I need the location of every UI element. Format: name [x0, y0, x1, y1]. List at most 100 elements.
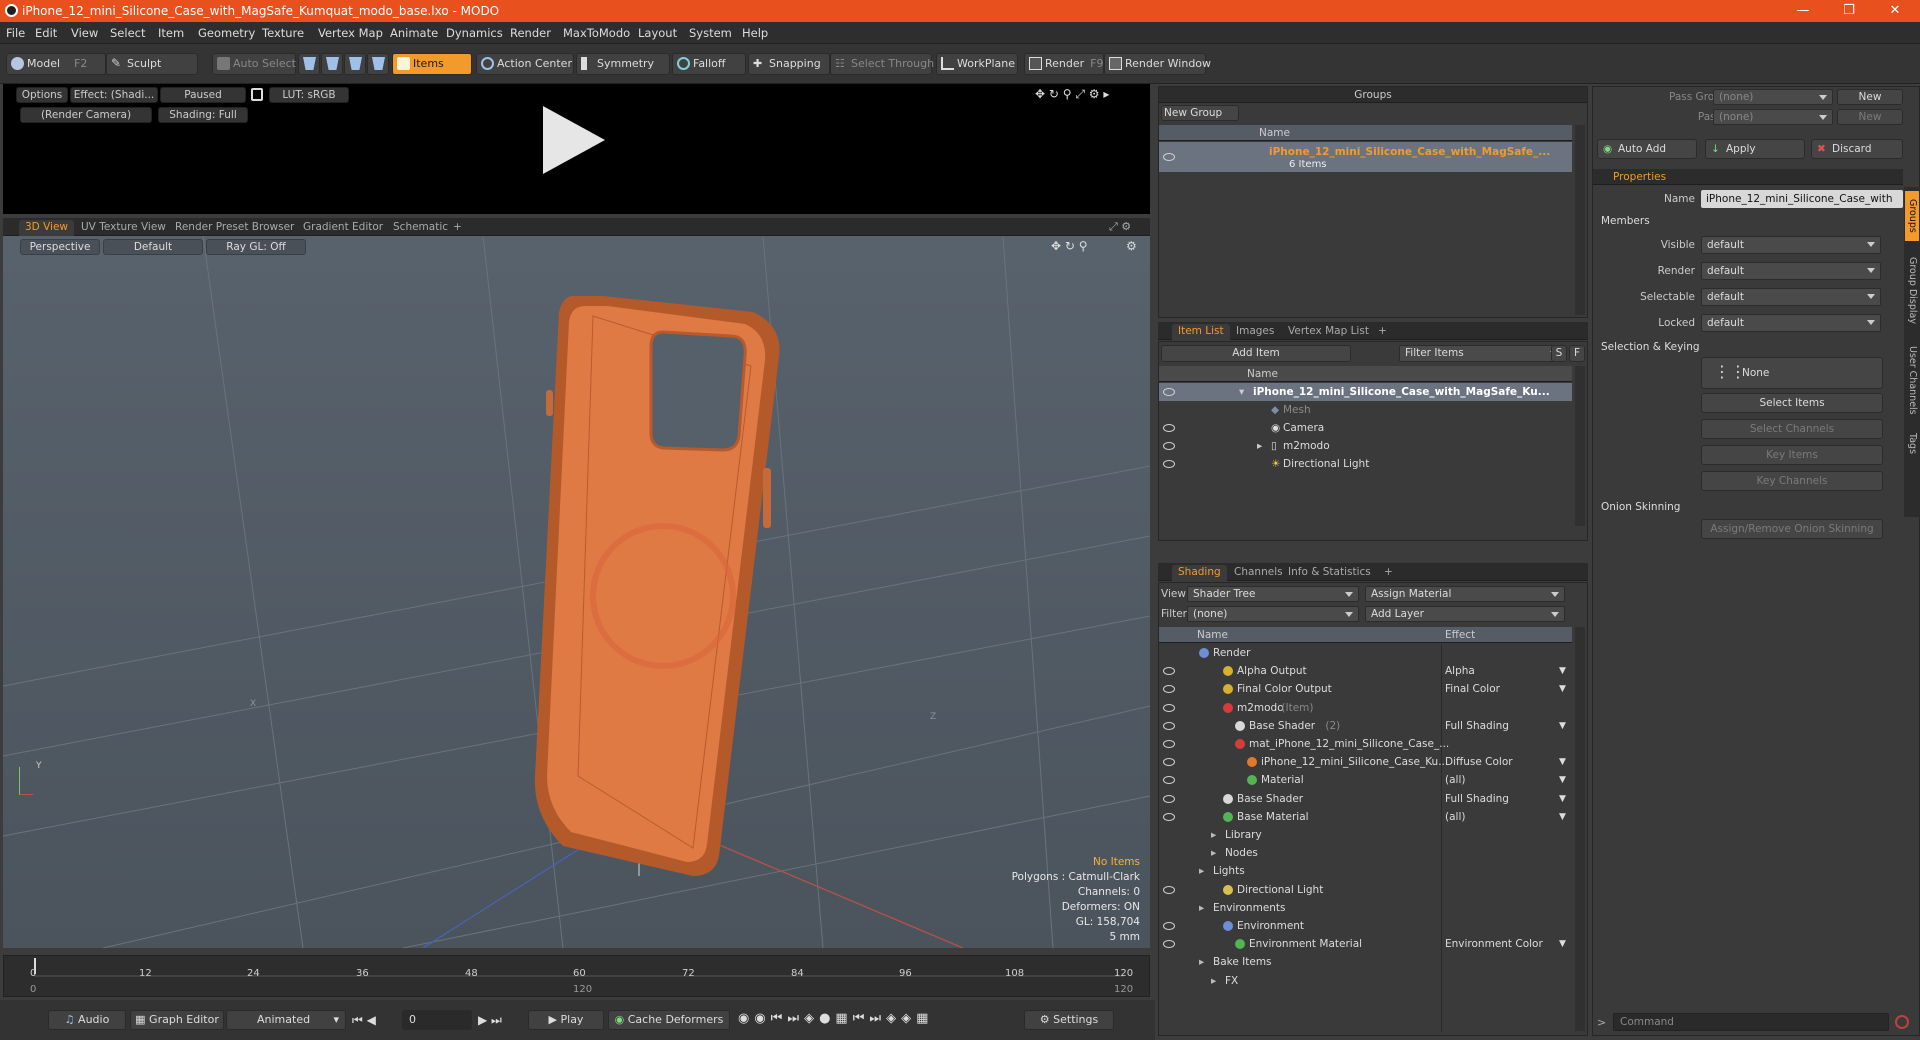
add-tab-button[interactable]: + [1372, 324, 1393, 340]
select-items-button[interactable]: Select Items [1701, 393, 1883, 413]
menu-animate[interactable]: Animate [390, 26, 438, 40]
falloff-button[interactable]: Falloff [672, 53, 746, 75]
add-item-button[interactable]: Add Item [1161, 345, 1351, 362]
materials-mode-button[interactable] [367, 53, 389, 75]
sculpt-button[interactable]: ✎ Sculpt [106, 53, 198, 75]
action-center-button[interactable]: Action Center [476, 53, 574, 75]
visibility-eye-icon[interactable] [1163, 740, 1175, 748]
visibility-eye-icon[interactable] [1163, 812, 1175, 821]
menu-vertex-map[interactable]: Vertex Map [318, 26, 383, 40]
filter-dropdown[interactable]: (none) [1187, 606, 1359, 622]
tab-shading[interactable]: Shading [1172, 565, 1227, 581]
groups-scrollbar[interactable] [1575, 125, 1585, 315]
shader-tree-dropdown[interactable]: Shader Tree [1187, 586, 1359, 602]
edges-mode-button[interactable] [321, 53, 343, 75]
effect-dropdown-arrow-icon[interactable]: ▼ [1559, 790, 1566, 808]
shader-tree-row[interactable]: m2modo (Item) [1159, 699, 1572, 717]
audio-button[interactable]: ♫ Audio [48, 1010, 126, 1030]
key-tools-icons[interactable]: ◉◉⏮⏭◈●▦⏮⏭◈◈▦ [738, 1011, 933, 1026]
group-row[interactable]: iPhone_12_mini_Silicone_Case_with_MagSaf… [1159, 142, 1572, 172]
visibility-eye-icon[interactable] [1163, 460, 1175, 468]
shader-tree-row[interactable]: Base Shader (2) Full Shading ▼ [1159, 717, 1572, 735]
list-item-m2modo[interactable]: ▸ ▯ m2modo [1159, 437, 1572, 455]
effect-dropdown-arrow-icon[interactable]: ▼ [1559, 753, 1566, 771]
item-list-name-column[interactable]: Name [1159, 366, 1572, 382]
add-tab-button[interactable]: + [1378, 565, 1399, 581]
effect-dropdown-arrow-icon[interactable]: ▼ [1559, 935, 1566, 953]
cache-deformers-button[interactable]: ◉ Cache Deformers [608, 1010, 730, 1030]
shader-tree-row[interactable]: ▸ Nodes [1159, 844, 1572, 862]
shader-tree-row[interactable]: ▸ FX [1159, 972, 1572, 990]
visibility-eye-icon[interactable] [1163, 940, 1175, 949]
tab-channels[interactable]: Channels [1228, 565, 1289, 581]
groups-name-column[interactable]: Name [1159, 125, 1572, 141]
visibility-eye-icon[interactable] [1163, 442, 1175, 450]
effect-dropdown-arrow-icon[interactable]: ▼ [1559, 717, 1566, 735]
settings-button[interactable]: ⚙ Settings [1024, 1010, 1114, 1030]
preview-nav-icons[interactable]: ✥ ↻ ⚲ ⤢ ⚙ ▸ [1035, 87, 1109, 102]
selectable-dropdown[interactable]: default [1701, 288, 1881, 306]
tab-info-statistics[interactable]: Info & Statistics [1282, 565, 1377, 581]
shader-tree-row[interactable]: Final Color Output Final Color ▼ [1159, 680, 1572, 698]
expand-arrow-icon[interactable]: ▸ [1257, 437, 1262, 455]
side-tab-groups[interactable]: Groups [1905, 191, 1919, 241]
shading-dropdown[interactable]: Shading: Full [158, 107, 248, 123]
3d-viewport[interactable]: Perspective Default Ray GL: Off ✥ ↻ ⚲ ⚙ [3, 236, 1150, 948]
visibility-eye-icon[interactable] [1163, 885, 1175, 894]
pass-groups-dropdown[interactable]: (none) [1713, 89, 1833, 105]
item-list-scrollbar[interactable] [1575, 366, 1585, 526]
preview-options-button[interactable]: Options [16, 87, 68, 103]
select-through-button[interactable]: ☷ Select Through [830, 53, 934, 75]
preview-effect-dropdown[interactable]: Effect: (Shadi... [70, 87, 158, 103]
shader-tree-row[interactable]: Base Shader Full Shading ▼ [1159, 790, 1572, 808]
menu-edit[interactable]: Edit [35, 26, 57, 40]
render-dropdown[interactable]: default [1701, 262, 1881, 280]
expand-arrow-icon[interactable]: ▾ [1239, 383, 1244, 401]
visibility-eye-icon[interactable] [1163, 922, 1175, 930]
auto-select-button[interactable]: Auto Select [212, 53, 296, 75]
play-button[interactable]: ▶ Play [528, 1010, 604, 1030]
visibility-eye-icon[interactable] [1163, 153, 1175, 161]
apply-button[interactable]: ↓ Apply [1705, 139, 1805, 159]
auto-add-button[interactable]: ◉ Auto Add [1597, 139, 1697, 159]
menu-maxtomodo[interactable]: MaxToModo [563, 26, 630, 40]
tab-schematic[interactable]: Schematic [387, 220, 454, 236]
new-pass-group-button[interactable]: New [1837, 89, 1903, 105]
lut-dropdown[interactable]: LUT: sRGB [269, 87, 349, 103]
close-button[interactable]: ✕ [1872, 0, 1918, 22]
visible-dropdown[interactable]: default [1701, 236, 1881, 254]
assign-material-dropdown[interactable]: Assign Material [1365, 586, 1565, 602]
shader-tree-row[interactable]: ▸ Bake Items [1159, 953, 1572, 971]
graph-editor-button[interactable]: ▦ Graph Editor [130, 1010, 224, 1030]
new-group-button[interactable]: New Group [1161, 105, 1239, 121]
discard-button[interactable]: ✖ Discard [1811, 139, 1903, 159]
range-mid[interactable]: 120 [573, 984, 592, 995]
items-mode-button[interactable]: Items [392, 53, 472, 75]
menu-layout[interactable]: Layout [638, 26, 677, 40]
s-filter-button[interactable]: S [1551, 345, 1567, 362]
assign-onion-skinning-button[interactable]: Assign/Remove Onion Skinning [1701, 519, 1883, 539]
visibility-eye-icon[interactable] [1163, 685, 1175, 694]
timeline[interactable]: 0 12 24 36 48 60 72 84 96 108 120 0 120 … [3, 955, 1150, 997]
visibility-eye-icon[interactable] [1163, 794, 1175, 803]
side-tab-group-display[interactable]: Group Display [1905, 247, 1919, 333]
visibility-eye-icon[interactable] [1163, 721, 1175, 730]
shader-tree-row[interactable]: Directional Light [1159, 881, 1572, 899]
shader-effect-value[interactable]: (all) [1445, 808, 1465, 826]
tab-item-list[interactable]: Item List [1172, 324, 1230, 340]
name-input[interactable]: iPhone_12_mini_Silicone_Case_with [1701, 190, 1903, 208]
step-back-icons[interactable]: ⏮ ◀ [352, 1013, 376, 1028]
menu-geometry[interactable]: Geometry [198, 26, 255, 40]
model-button[interactable]: Model F2 [6, 53, 106, 75]
shading-name-column[interactable]: Name [1197, 627, 1228, 643]
tab-3d-view[interactable]: 3D View [19, 220, 75, 236]
shading-effect-column[interactable]: Effect [1445, 627, 1475, 643]
menu-file[interactable]: File [6, 26, 25, 40]
tab-uv-texture-view[interactable]: UV Texture View [75, 220, 172, 236]
onion-skinning-section[interactable]: Onion Skinning [1601, 501, 1680, 513]
maximize-button[interactable]: ❐ [1826, 0, 1872, 22]
selection-keying-section[interactable]: Selection & Keying [1601, 341, 1700, 353]
visibility-eye-icon[interactable] [1163, 703, 1175, 712]
list-item-mesh[interactable]: ◆ Mesh [1159, 401, 1572, 419]
frame-input[interactable]: 0 [402, 1010, 472, 1030]
